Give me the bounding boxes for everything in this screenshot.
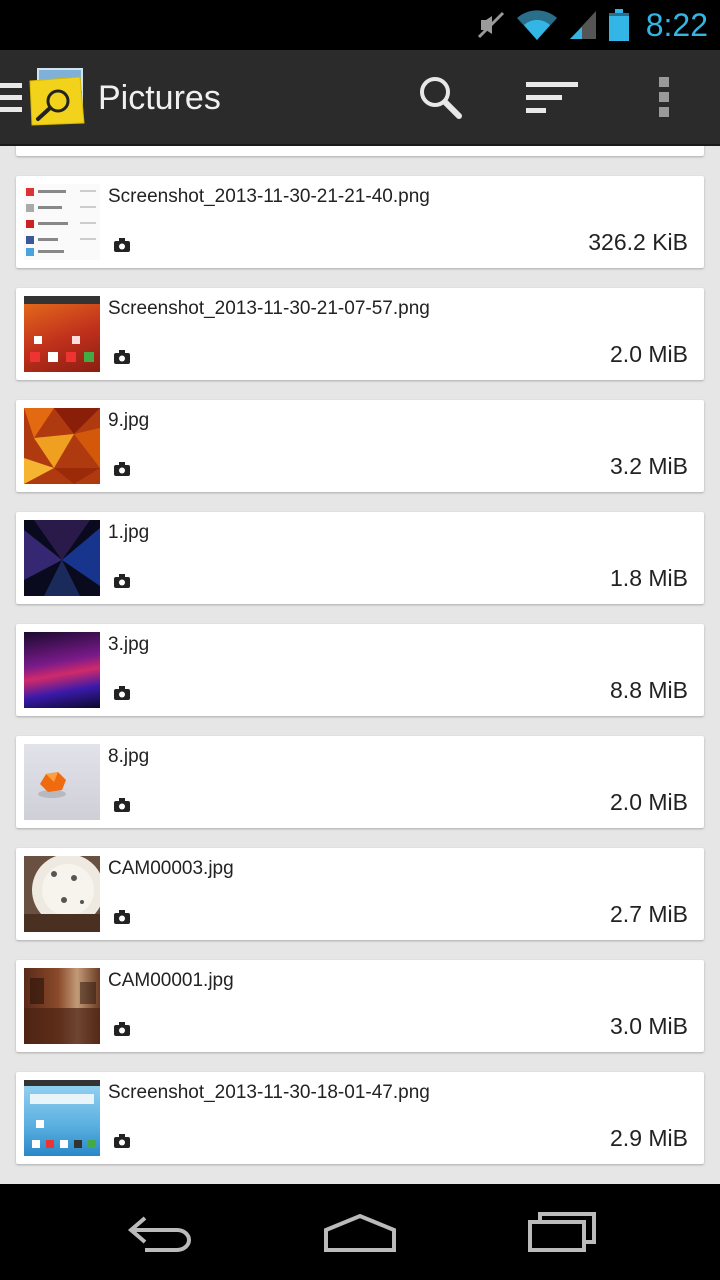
list-item[interactable]: CAM00003.jpg 2.7 MiB xyxy=(16,848,704,940)
search-icon xyxy=(420,77,462,119)
thumbnail xyxy=(24,968,100,1044)
recent-apps-icon xyxy=(528,1212,596,1252)
camera-icon xyxy=(114,350,130,364)
file-name: Screenshot_2013-11-30-18-01-47.png xyxy=(108,1082,430,1103)
camera-icon xyxy=(114,910,130,924)
back-button[interactable] xyxy=(90,1184,230,1280)
file-size: 326.2 KiB xyxy=(588,229,688,255)
list-item[interactable]: Screenshot_2013-11-30-21-07-57.png 2.0 M… xyxy=(16,288,704,380)
list-item[interactable]: 3.jpg 8.8 MiB xyxy=(16,624,704,716)
list-item[interactable]: Screenshot_2013-11-30-21-21-40.png 326.2… xyxy=(16,176,704,268)
thumbnail xyxy=(24,184,100,260)
thumbnail xyxy=(24,408,100,484)
list-item[interactable]: 8.jpg 2.0 MiB xyxy=(16,736,704,828)
search-button[interactable] xyxy=(400,50,480,144)
file-size: 2.0 MiB xyxy=(610,789,688,815)
thumbnail xyxy=(24,520,100,596)
list-item-partial[interactable] xyxy=(16,146,704,156)
wifi-icon xyxy=(516,10,557,41)
file-size: 3.0 MiB xyxy=(610,1013,688,1039)
file-size: 2.0 MiB xyxy=(610,341,688,367)
list-item[interactable]: CAM00001.jpg 3.0 MiB xyxy=(16,960,704,1052)
file-name: 3.jpg xyxy=(108,634,150,655)
file-name: 1.jpg xyxy=(108,522,150,543)
back-icon xyxy=(127,1216,191,1252)
file-size: 2.9 MiB xyxy=(610,1125,688,1151)
file-name: 9.jpg xyxy=(108,410,150,431)
file-size: 3.2 MiB xyxy=(610,453,688,479)
overflow-menu-button[interactable] xyxy=(624,50,704,144)
file-name: Screenshot_2013-11-30-21-07-57.png xyxy=(108,298,430,319)
drawer-menu-icon[interactable] xyxy=(0,83,22,112)
more-vert-icon xyxy=(659,77,669,117)
file-list[interactable]: Screenshot_2013-11-30-21-21-40.png 326.2… xyxy=(0,146,720,1182)
thumbnail xyxy=(24,632,100,708)
camera-icon xyxy=(114,462,130,476)
signal-icon xyxy=(569,11,596,39)
home-button[interactable] xyxy=(290,1184,430,1280)
sort-button[interactable] xyxy=(512,50,592,144)
file-size: 2.7 MiB xyxy=(610,901,688,927)
file-size: 1.8 MiB xyxy=(610,565,688,591)
mute-icon xyxy=(477,11,504,39)
camera-icon xyxy=(114,574,130,588)
thumbnail xyxy=(24,1080,100,1156)
file-name: CAM00003.jpg xyxy=(108,858,234,879)
clock: 8:22 xyxy=(645,6,708,43)
camera-icon xyxy=(114,1022,130,1036)
file-name: 8.jpg xyxy=(108,746,150,767)
thumbnail xyxy=(24,296,100,372)
thumbnail xyxy=(24,856,100,932)
camera-icon xyxy=(114,686,130,700)
action-bar: Pictures xyxy=(0,50,720,146)
file-name: Screenshot_2013-11-30-21-21-40.png xyxy=(108,186,430,207)
list-item[interactable]: 1.jpg 1.8 MiB xyxy=(16,512,704,604)
camera-icon xyxy=(114,798,130,812)
camera-icon xyxy=(114,238,130,252)
app-logo-icon[interactable] xyxy=(28,67,86,127)
sort-icon xyxy=(526,82,578,113)
status-bar: 8:22 xyxy=(0,0,720,50)
list-item[interactable]: Screenshot_2013-11-30-18-01-47.png 2.9 M… xyxy=(16,1072,704,1164)
home-icon xyxy=(324,1213,396,1252)
battery-icon xyxy=(608,9,629,41)
camera-icon xyxy=(114,1134,130,1148)
thumbnail xyxy=(24,744,100,820)
file-size: 8.8 MiB xyxy=(610,677,688,703)
file-name: CAM00001.jpg xyxy=(108,970,234,991)
page-title: Pictures xyxy=(98,79,221,117)
navigation-bar xyxy=(0,1184,720,1280)
list-item[interactable]: 9.jpg 3.2 MiB xyxy=(16,400,704,492)
recent-apps-button[interactable] xyxy=(492,1184,632,1280)
